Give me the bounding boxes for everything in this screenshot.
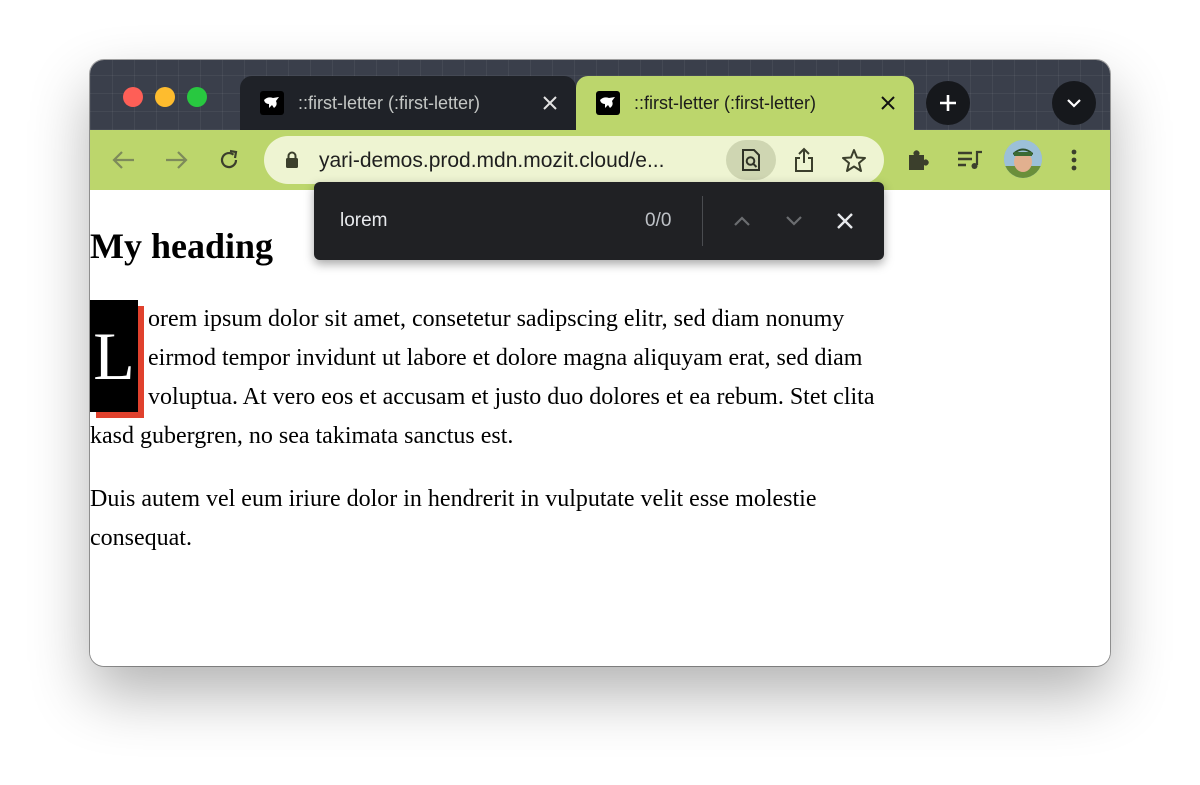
reload-button[interactable] (213, 144, 245, 176)
media-controls-button[interactable] (954, 144, 986, 176)
more-vert-icon (1071, 149, 1077, 171)
find-bar: 0/0 (314, 182, 884, 260)
bookmark-star-icon[interactable] (838, 144, 870, 176)
arrow-right-icon (166, 151, 188, 169)
chevron-down-icon (1067, 99, 1081, 108)
paragraph-1-text: orem ipsum dolor sit amet, consetetur sa… (90, 306, 875, 449)
menu-button[interactable] (1058, 144, 1090, 176)
mdn-favicon-icon (260, 91, 284, 115)
lock-icon[interactable] (280, 148, 304, 172)
address-bar[interactable]: yari-demos.prod.mdn.mozit.cloud/e... (264, 136, 884, 184)
arrow-left-icon (112, 151, 134, 169)
find-close-button[interactable] (831, 207, 859, 235)
find-match-count: 0/0 (645, 210, 672, 231)
playlist-music-icon (958, 150, 982, 169)
close-window-button[interactable] (123, 87, 143, 107)
toolbar: yari-demos.prod.mdn.mozit.cloud/e... (90, 130, 1110, 190)
close-tab-icon[interactable] (876, 91, 900, 115)
puzzle-icon (909, 150, 929, 170)
chevron-down-icon (786, 216, 802, 226)
tab-first-letter-active[interactable]: ::first-letter (:first-letter) (576, 76, 914, 130)
plus-icon (940, 95, 956, 111)
find-separator (702, 196, 703, 246)
url-text[interactable]: yari-demos.prod.mdn.mozit.cloud/e... (319, 149, 727, 173)
tab-strip: ::first-letter (:first-letter) ::first-l… (90, 60, 1110, 130)
browser-window: ::first-letter (:first-letter) ::first-l… (90, 60, 1110, 666)
find-input[interactable] (340, 210, 600, 232)
paragraph-2: Duis autem vel eum iriure dolor in hendr… (90, 486, 817, 551)
page-heading: My heading (90, 226, 274, 266)
new-tab-button[interactable] (926, 81, 970, 125)
minimize-window-button[interactable] (155, 87, 175, 107)
forward-button[interactable] (160, 144, 192, 176)
tab-search-button[interactable] (1052, 81, 1096, 125)
tab-title: ::first-letter (:first-letter) (298, 92, 481, 113)
extensions-button[interactable] (902, 144, 934, 176)
page-content: My heading Lorem ipsum dolor sit amet, c… (90, 190, 1110, 666)
find-next-button[interactable] (780, 207, 808, 235)
reload-icon (220, 149, 238, 169)
find-previous-button[interactable] (728, 207, 756, 235)
close-tab-icon[interactable] (538, 91, 562, 115)
mdn-favicon-icon (596, 91, 620, 115)
avatar-icon (1004, 140, 1042, 178)
zoom-window-button[interactable] (187, 87, 207, 107)
profile-avatar[interactable] (1004, 140, 1042, 178)
find-in-page-icon[interactable] (726, 140, 776, 180)
tab-first-letter-inactive[interactable]: ::first-letter (:first-letter) (240, 76, 576, 130)
paragraph-1: Lorem ipsum dolor sit amet, consetetur s… (90, 300, 890, 456)
back-button[interactable] (108, 144, 140, 176)
chevron-up-icon (734, 216, 750, 226)
drop-cap-first-letter: L (90, 300, 138, 412)
close-icon (837, 213, 853, 229)
share-icon[interactable] (788, 144, 820, 176)
tab-title: ::first-letter (:first-letter) (634, 92, 817, 113)
